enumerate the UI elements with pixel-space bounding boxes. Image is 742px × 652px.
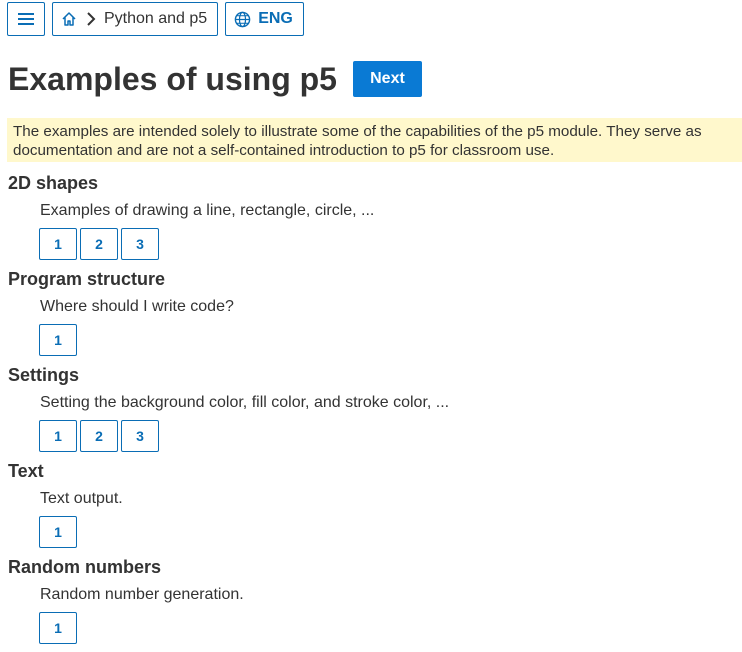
breadcrumb[interactable]: Python and p5 (52, 2, 219, 36)
section-2d-shapes: 2D shapes Examples of drawing a line, re… (8, 172, 742, 268)
language-button[interactable]: ENG (225, 2, 304, 36)
globe-icon (234, 11, 251, 28)
section-description: Text output. (40, 490, 123, 507)
section-title: Settings (8, 365, 80, 385)
example-sections: 2D shapes Examples of drawing a line, re… (8, 172, 742, 652)
menu-button[interactable] (7, 2, 45, 36)
example-buttons: 1 2 3 (39, 228, 162, 260)
section-random-numbers: Random numbers Random number generation.… (8, 556, 742, 652)
page-title: Examples of using p5 (8, 61, 337, 97)
page-header: Examples of using p5 Next (8, 60, 422, 98)
example-buttons: 1 (39, 516, 80, 548)
home-icon[interactable] (61, 11, 77, 27)
chevron-right-icon (86, 12, 96, 26)
example-button-3[interactable]: 3 (121, 228, 159, 260)
section-description: Where should I write code? (40, 298, 234, 315)
section-description: Setting the background color, fill color… (40, 394, 450, 411)
section-title: Random numbers (8, 557, 162, 577)
example-buttons: 1 (39, 324, 80, 356)
example-button-1[interactable]: 1 (39, 612, 77, 644)
notice-text: The examples are intended solely to illu… (13, 123, 702, 159)
section-title: Text (8, 461, 44, 481)
hamburger-menu-icon (18, 12, 34, 26)
section-program-structure: Program structure Where should I write c… (8, 268, 742, 364)
example-button-1[interactable]: 1 (39, 516, 77, 548)
section-description: Examples of drawing a line, rectangle, c… (40, 202, 375, 219)
section-text: Text Text output. 1 (8, 460, 742, 556)
example-button-1[interactable]: 1 (39, 420, 77, 452)
example-buttons: 1 (39, 612, 80, 644)
example-button-1[interactable]: 1 (39, 324, 77, 356)
top-toolbar: Python and p5 ENG (7, 2, 311, 36)
breadcrumb-label[interactable]: Python and p5 (104, 10, 207, 28)
section-title: Program structure (8, 269, 166, 289)
section-description: Random number generation. (40, 586, 244, 603)
example-button-1[interactable]: 1 (39, 228, 77, 260)
notice-banner: The examples are intended solely to illu… (7, 118, 742, 162)
example-button-2[interactable]: 2 (80, 420, 118, 452)
section-title: 2D shapes (8, 173, 99, 193)
example-button-3[interactable]: 3 (121, 420, 159, 452)
example-button-2[interactable]: 2 (80, 228, 118, 260)
language-label[interactable]: ENG (258, 10, 293, 28)
section-settings: Settings Setting the background color, f… (8, 364, 742, 460)
example-buttons: 1 2 3 (39, 420, 162, 452)
next-button[interactable]: Next (352, 61, 422, 97)
